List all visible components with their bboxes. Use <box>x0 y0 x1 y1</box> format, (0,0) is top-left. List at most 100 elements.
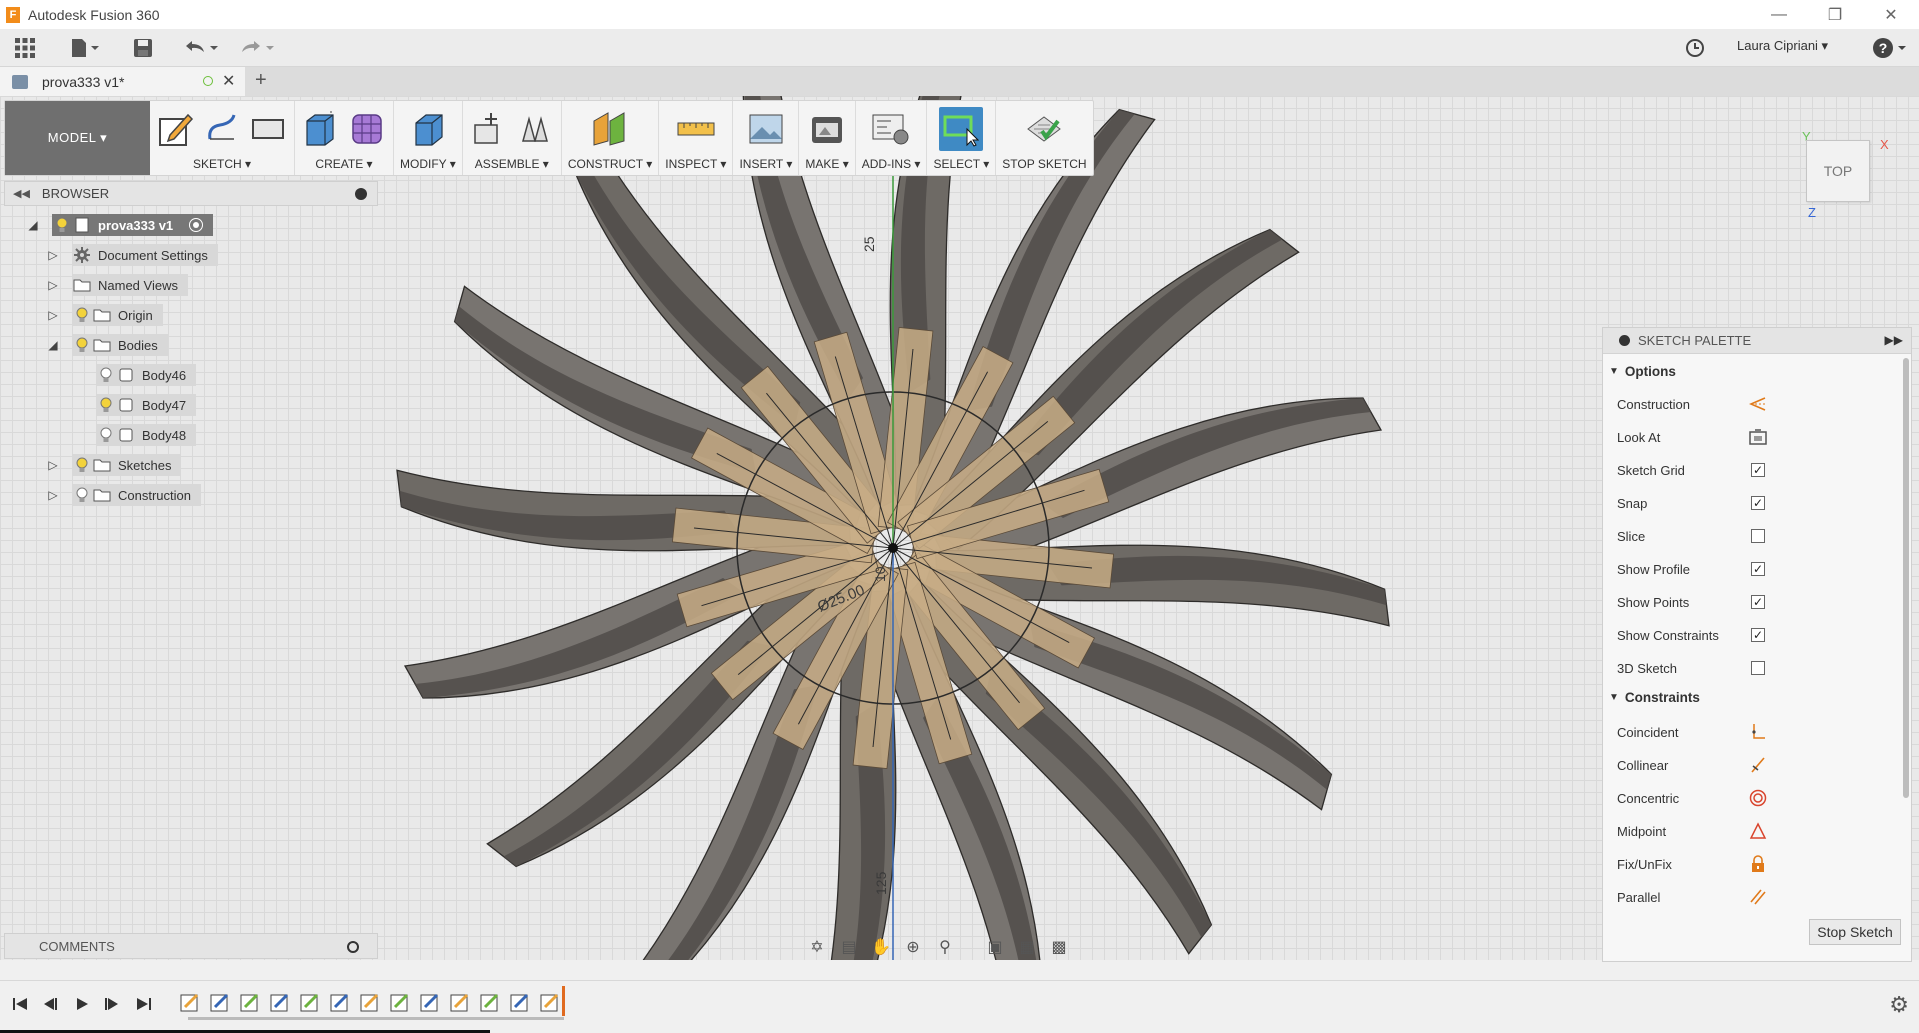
option-show-profile[interactable]: Show Profile ✓ <box>1617 558 1897 580</box>
timeline-feature-icon[interactable] <box>328 990 352 1014</box>
look-at-nav-icon[interactable]: ▤ <box>835 935 863 959</box>
visibility-bulb-off-icon[interactable] <box>96 425 116 445</box>
timeline-feature-icon[interactable] <box>268 990 292 1014</box>
constraint-concentric[interactable]: Concentric <box>1617 787 1897 809</box>
go-to-end-icon[interactable] <box>132 992 156 1016</box>
slice-checkbox[interactable] <box>1751 529 1765 543</box>
timeline-feature-icon[interactable] <box>418 990 442 1014</box>
step-forward-icon[interactable] <box>100 992 124 1016</box>
job-status-clock-icon[interactable] <box>1682 34 1708 62</box>
create-sketch-icon[interactable] <box>156 109 196 149</box>
visibility-bulb-off-icon[interactable] <box>72 485 92 505</box>
3d-sketch-checkbox[interactable] <box>1751 661 1765 675</box>
save-icon[interactable] <box>130 34 156 62</box>
scripts-addins-icon[interactable] <box>871 109 911 149</box>
constraints-section-header[interactable]: ▼ Constraints <box>1609 690 1700 705</box>
show-constraints-checkbox[interactable]: ✓ <box>1751 628 1765 642</box>
select-group[interactable]: SELECT ▾ <box>927 101 997 175</box>
option-sketch-grid[interactable]: Sketch Grid ✓ <box>1617 459 1897 481</box>
pan-icon[interactable]: ✋ <box>867 935 895 959</box>
sketch-palette-header[interactable]: SKETCH PALETTE ▶▶ <box>1603 328 1911 354</box>
file-menu-icon[interactable] <box>66 34 102 62</box>
step-back-icon[interactable] <box>38 992 62 1016</box>
zoom-icon[interactable]: ⊕ <box>899 935 927 959</box>
tree-row-root[interactable]: ◢ prova333 v1 <box>26 213 214 237</box>
visibility-bulb-icon[interactable] <box>72 455 92 475</box>
option-slice[interactable]: Slice <box>1617 525 1897 547</box>
timeline-track[interactable] <box>188 1017 564 1020</box>
play-icon[interactable] <box>70 992 94 1016</box>
show-points-checkbox[interactable]: ✓ <box>1751 595 1765 609</box>
tree-row-body48[interactable]: Body48 <box>96 423 197 447</box>
timeline-feature-icon[interactable] <box>358 990 382 1014</box>
timeline-feature-icon[interactable] <box>388 990 412 1014</box>
stop-sketch-icon[interactable] <box>1024 109 1064 149</box>
expand-triangle-icon[interactable]: ▷ <box>46 248 60 262</box>
view-cube[interactable]: Y X Z TOP <box>1802 129 1906 225</box>
tree-row-body47[interactable]: Body47 <box>96 393 197 417</box>
visibility-bulb-icon[interactable] <box>72 335 92 355</box>
workspace-switcher[interactable]: MODEL ▾ <box>5 101 150 175</box>
timeline-feature-icon[interactable] <box>538 990 562 1014</box>
timeline-settings-gear-icon[interactable]: ⚙ <box>1889 992 1909 1018</box>
midpoint-icon[interactable] <box>1749 822 1767 840</box>
comments-panel[interactable]: COMMENTS <box>4 933 378 959</box>
timeline-feature-icon[interactable] <box>508 990 532 1014</box>
data-panel-grid-icon[interactable] <box>10 34 40 62</box>
timeline-feature-icon[interactable] <box>238 990 262 1014</box>
modify-group[interactable]: MODIFY ▾ <box>394 101 463 175</box>
joint-icon[interactable] <box>515 109 555 149</box>
visibility-bulb-icon[interactable] <box>72 305 92 325</box>
tree-row-named-views[interactable]: ▷ Named Views <box>46 273 188 297</box>
create-group[interactable]: CREATE ▾ <box>295 101 394 175</box>
close-window-button[interactable]: ✕ <box>1863 0 1919 29</box>
visibility-bulb-off-icon[interactable] <box>96 365 116 385</box>
expand-triangle-icon[interactable]: ▷ <box>46 278 60 292</box>
browser-header[interactable]: ◀◀ BROWSER <box>4 181 378 206</box>
press-pull-icon[interactable] <box>408 109 448 149</box>
viewports-icon[interactable]: ▩ <box>1045 935 1073 959</box>
show-profile-checkbox[interactable]: ✓ <box>1751 562 1765 576</box>
option-show-constraints[interactable]: Show Constraints ✓ <box>1617 624 1897 646</box>
fit-icon[interactable]: ⚲ <box>931 935 959 959</box>
new-component-icon[interactable] <box>469 109 509 149</box>
option-construction[interactable]: Construction <box>1617 393 1897 415</box>
tree-row-bodies[interactable]: ◢ Bodies <box>46 333 168 357</box>
browser-pin-icon[interactable] <box>355 188 367 200</box>
visibility-bulb-icon[interactable] <box>96 395 116 415</box>
collapse-browser-icon[interactable]: ◀◀ <box>13 187 30 200</box>
go-to-start-icon[interactable] <box>8 992 32 1016</box>
collinear-icon[interactable] <box>1749 756 1767 774</box>
arc-sketch-icon[interactable] <box>202 109 242 149</box>
activate-radio-icon[interactable] <box>189 218 204 232</box>
display-settings-icon[interactable]: ▣ <box>981 935 1009 959</box>
user-account-menu[interactable]: Laura Cipriani ▾ <box>1737 38 1828 54</box>
make-group[interactable]: MAKE ▾ <box>799 101 856 175</box>
constraint-parallel[interactable]: Parallel <box>1617 886 1897 908</box>
constraint-collinear[interactable]: Collinear <box>1617 754 1897 776</box>
constraint-fix-unfix[interactable]: Fix/UnFix <box>1617 853 1897 875</box>
concentric-icon[interactable] <box>1749 789 1767 807</box>
tree-row-construction[interactable]: ▷ Construction <box>46 483 201 507</box>
stop-sketch-group[interactable]: STOP SKETCH <box>996 101 1092 175</box>
expand-triangle-icon[interactable]: ▷ <box>46 488 60 502</box>
help-icon[interactable]: ? <box>1870 34 1910 62</box>
construction-icon[interactable] <box>1749 395 1767 413</box>
new-tab-icon[interactable]: + <box>255 69 267 92</box>
collapse-triangle-icon[interactable]: ◢ <box>46 338 60 352</box>
timeline-marker[interactable] <box>562 986 565 1016</box>
inspect-group[interactable]: INSPECT ▾ <box>659 101 734 175</box>
constraint-midpoint[interactable]: Midpoint <box>1617 820 1897 842</box>
document-tab[interactable]: prova333 v1* ✕ <box>0 67 245 96</box>
timeline-feature-icon[interactable] <box>298 990 322 1014</box>
insert-group[interactable]: INSERT ▾ <box>733 101 800 175</box>
undo-icon[interactable] <box>180 34 220 62</box>
expand-palette-icon[interactable]: ▶▶ <box>1885 333 1903 347</box>
sketch-grid-checkbox[interactable]: ✓ <box>1751 463 1765 477</box>
assemble-group[interactable]: ASSEMBLE ▾ <box>463 101 562 175</box>
select-icon[interactable] <box>939 107 984 151</box>
orbit-icon[interactable]: ✡ <box>803 935 831 959</box>
expand-triangle-icon[interactable]: ▷ <box>46 308 60 322</box>
look-at-icon[interactable] <box>1749 428 1767 446</box>
construct-group[interactable]: CONSTRUCT ▾ <box>562 101 660 175</box>
